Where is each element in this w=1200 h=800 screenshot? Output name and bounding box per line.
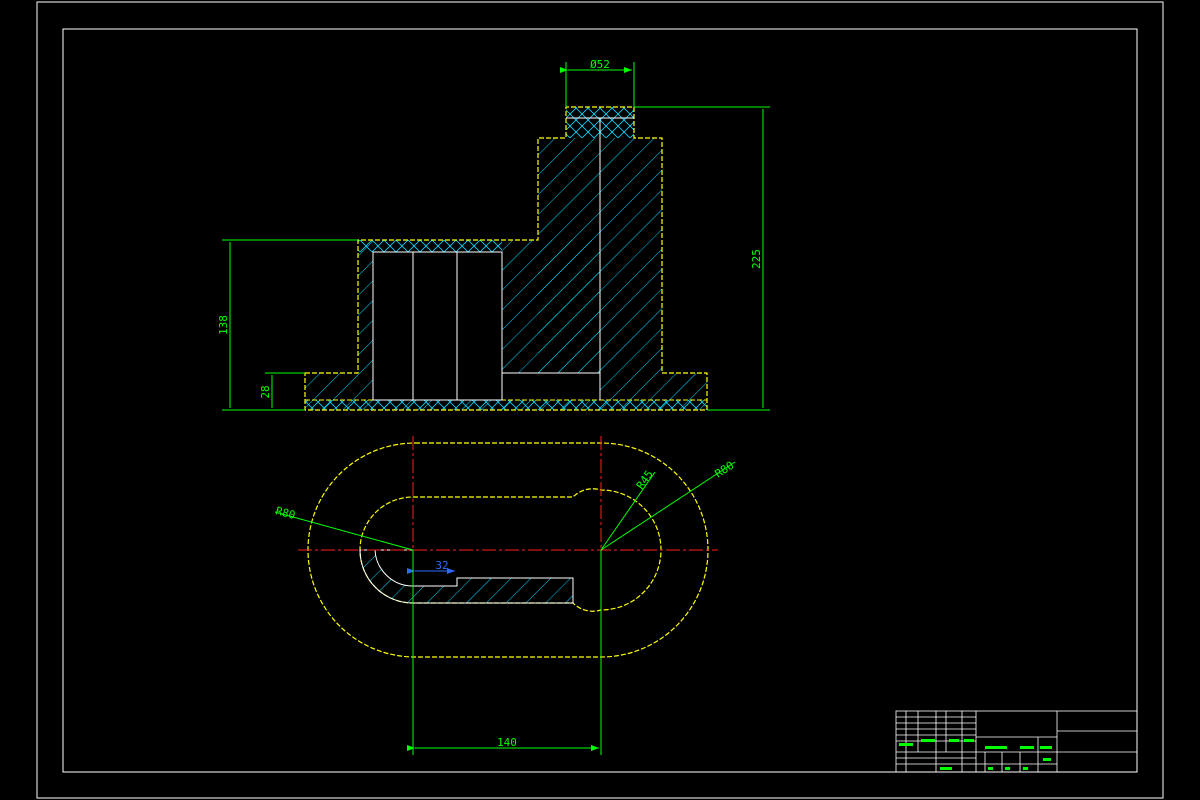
dim-base-height: 28 <box>259 385 272 398</box>
tb-mark <box>949 739 959 742</box>
tb-mark <box>985 746 1007 749</box>
dim-slot-offset: 32 <box>435 559 448 572</box>
tb-mark <box>1023 767 1028 770</box>
dim-center-distance: 140 <box>497 736 517 749</box>
slot-under-middle <box>502 373 600 400</box>
section-hatch-area <box>359 549 574 604</box>
cad-drawing-canvas: Ø52 225 138 28 R80 R45 R80 32 140 <box>36 1 1164 799</box>
dim-total-height: 225 <box>750 249 763 269</box>
title-block-marks <box>899 739 1052 770</box>
front-section-view: Ø52 225 138 28 <box>217 58 770 411</box>
dim-diameter-top: Ø52 <box>590 58 610 71</box>
tb-mark <box>964 739 974 742</box>
tb-mark <box>899 743 913 746</box>
leader-r-left <box>274 511 414 551</box>
tb-mark <box>988 767 993 770</box>
leader-r-outer-right <box>600 461 736 551</box>
tb-mark <box>1043 758 1051 761</box>
top-view: R80 R45 R80 32 140 <box>274 436 736 755</box>
tb-mark <box>921 739 935 742</box>
tb-mark <box>1020 746 1034 749</box>
base-bottom-strip <box>305 400 707 410</box>
dim-radius-outer-left: R80 <box>274 504 297 522</box>
tb-mark <box>1005 767 1010 770</box>
tb-mark <box>1040 746 1052 749</box>
top-strip-cross <box>358 240 502 252</box>
dim-radius-outer-right: R80 <box>713 459 737 481</box>
tb-mark <box>940 767 952 770</box>
dim-radius-inner: R45 <box>634 468 656 492</box>
cavity <box>373 252 502 400</box>
left-wall-hatch <box>358 240 373 373</box>
dim-body-height: 138 <box>217 315 230 335</box>
